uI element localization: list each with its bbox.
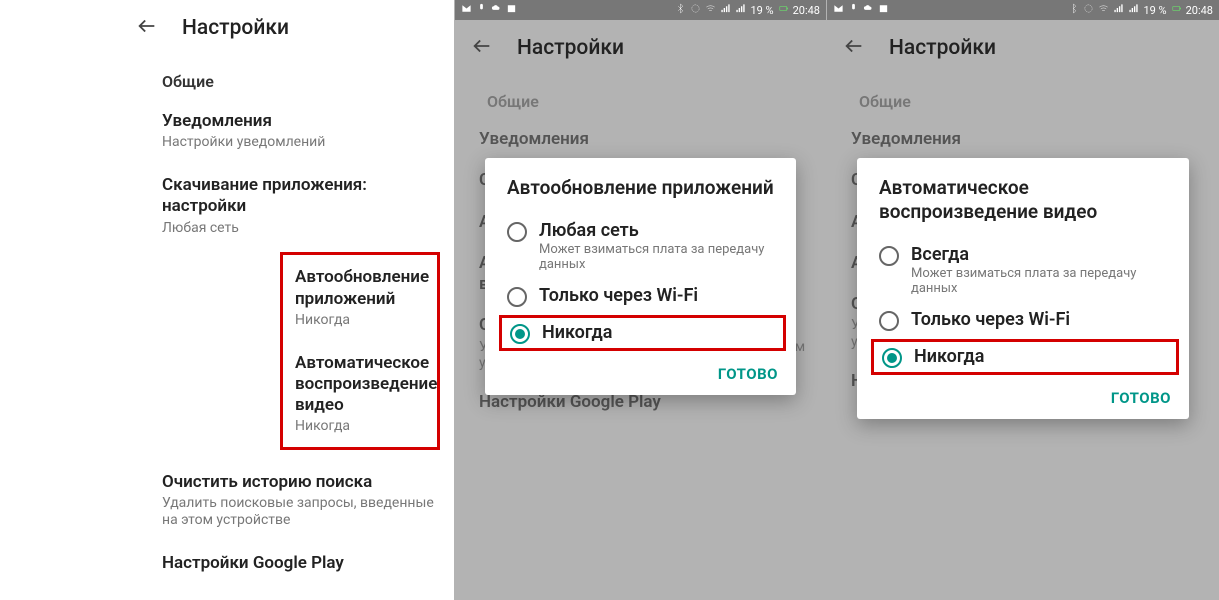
section-general: Общие — [827, 76, 1219, 119]
radio-icon — [879, 246, 899, 266]
battery-percent: 19 % — [1143, 4, 1166, 17]
back-arrow-icon[interactable] — [136, 15, 158, 41]
radio-label: Любая сеть — [539, 220, 774, 241]
back-arrow-icon[interactable] — [471, 35, 493, 61]
status-bar: 19 % 20:48 — [455, 0, 826, 20]
dialog-title: Автообновление приложений — [485, 176, 796, 214]
clock: 20:48 — [1186, 4, 1213, 17]
mail-icon — [461, 3, 472, 17]
section-general: Общие — [455, 76, 826, 119]
cloud-icon — [863, 3, 874, 17]
item-sub: Настройки уведомлений — [162, 134, 436, 151]
item-sub: Никогда — [295, 418, 419, 435]
app-header: Настройки — [455, 20, 826, 76]
page-title: Настройки — [517, 36, 624, 60]
mic-icon — [848, 3, 859, 17]
item-google-play-settings[interactable]: Настройки Google Play — [130, 541, 454, 586]
mail-icon — [833, 3, 844, 17]
battery-icon — [778, 3, 789, 17]
item-label: Автообновление приложений — [295, 267, 419, 310]
item-label: Очистить историю поиска — [162, 472, 436, 493]
radio-icon — [510, 324, 530, 344]
calendar-icon — [506, 3, 517, 17]
item-label: Уведомления — [851, 129, 1199, 150]
bluetooth-icon — [675, 3, 686, 17]
radio-option-never[interactable]: Никогда — [871, 339, 1179, 375]
radio-icon — [507, 222, 527, 242]
settings-screen-2: 19 % 20:48 Настройки Общие Уведомления С… — [454, 0, 826, 600]
radio-sub: Может взиматься плата за передачу данных — [911, 266, 1167, 297]
radio-label: Только через Wi-Fi — [911, 309, 1167, 330]
signal-icon — [720, 3, 731, 17]
item-auto-update[interactable]: Автообновление приложений Никогда — [283, 255, 437, 340]
item-sub: Любая сеть — [162, 220, 436, 237]
radio-label: Только через Wi-Fi — [539, 285, 774, 306]
item-notifications[interactable]: Уведомления Настройки уведомлений — [130, 99, 454, 163]
bluetooth-icon — [1068, 3, 1079, 17]
item-label: Автоматическое воспроизведение видео — [295, 353, 419, 417]
radio-option-wifi-only[interactable]: Только через Wi-Fi — [857, 303, 1189, 337]
item-label: Настройки Google Play — [479, 392, 806, 413]
item-clear-search-history[interactable]: Очистить историю поиска Удалить поисковы… — [130, 460, 454, 541]
section-general: Общие — [0, 56, 454, 99]
radio-option-any-network[interactable]: Любая сеть Может взиматься плата за пере… — [485, 214, 796, 279]
auto-update-dialog: Автообновление приложений Любая сеть Мож… — [485, 158, 796, 395]
radio-label: Никогда — [914, 346, 1168, 367]
wifi-icon — [705, 3, 716, 17]
item-label: Настройки Google Play — [162, 553, 436, 574]
settings-screen-3: 19 % 20:48 Настройки Общие Уведомления С… — [826, 0, 1219, 600]
page-title: Настройки — [889, 36, 996, 60]
item-sub: Удалить поисковые запросы, введенные на … — [162, 495, 436, 529]
done-button[interactable]: ГОТОВО — [718, 365, 778, 383]
radio-icon — [882, 348, 902, 368]
radio-label: Никогда — [542, 322, 775, 343]
dialog-title: Автоматическое воспроизведение видео — [857, 176, 1189, 238]
item-label: Скачивание приложения: настройки — [162, 175, 436, 218]
clock: 20:48 — [793, 4, 820, 17]
item-auto-play-video[interactable]: Автоматическое воспроизведение видео Ник… — [283, 341, 437, 448]
wifi-icon — [1098, 3, 1109, 17]
status-bar: 19 % 20:48 — [827, 0, 1219, 20]
item-download-prefs[interactable]: Скачивание приложения: настройки Любая с… — [130, 163, 454, 248]
signal-icon-2 — [735, 3, 746, 17]
radio-icon — [507, 287, 527, 307]
signal-icon — [1113, 3, 1124, 17]
radio-option-never[interactable]: Никогда — [499, 315, 786, 351]
sync-icon — [690, 3, 701, 17]
sync-icon — [1083, 3, 1094, 17]
radio-icon — [879, 311, 899, 331]
item-label: Уведомления — [479, 129, 806, 150]
radio-label: Всегда — [911, 244, 1167, 265]
settings-screen-1: Настройки Общие Уведомления Настройки ув… — [0, 0, 454, 600]
done-button[interactable]: ГОТОВО — [1111, 389, 1171, 407]
dialog-actions: ГОТОВО — [485, 353, 796, 387]
app-header: Настройки — [0, 0, 454, 56]
mic-icon — [476, 3, 487, 17]
auto-play-dialog: Автоматическое воспроизведение видео Все… — [857, 158, 1189, 419]
signal-icon-2 — [1128, 3, 1139, 17]
item-label: Уведомления — [162, 111, 436, 132]
radio-option-always[interactable]: Всегда Может взиматься плата за передачу… — [857, 238, 1189, 303]
highlight-box: Автообновление приложений Никогда Автома… — [280, 252, 440, 450]
battery-percent: 19 % — [750, 4, 773, 17]
app-header: Настройки — [827, 20, 1219, 76]
radio-sub: Может взиматься плата за передачу данных — [539, 242, 774, 273]
item-notifications[interactable]: Уведомления — [455, 119, 826, 160]
calendar-icon — [878, 3, 889, 17]
back-arrow-icon[interactable] — [843, 35, 865, 61]
dialog-actions: ГОТОВО — [857, 377, 1189, 411]
item-sub: Никогда — [295, 312, 419, 329]
item-notifications[interactable]: Уведомления — [827, 119, 1219, 160]
battery-icon — [1171, 3, 1182, 17]
page-title: Настройки — [182, 16, 289, 40]
radio-option-wifi-only[interactable]: Только через Wi-Fi — [485, 279, 796, 313]
settings-list: Уведомления Настройки уведомлений Скачив… — [0, 99, 454, 586]
cloud-icon — [491, 3, 502, 17]
